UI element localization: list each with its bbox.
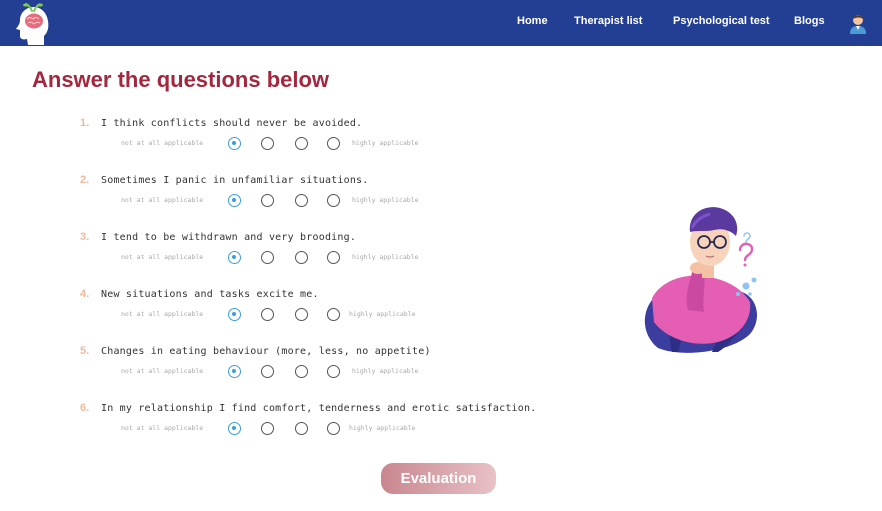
scale-high-label: highly applicable xyxy=(352,139,419,147)
question-3: 3. I tend to be withdrawn and very brood… xyxy=(0,231,620,281)
nav-home[interactable]: Home xyxy=(517,15,548,27)
answer-radio-4[interactable] xyxy=(327,251,340,264)
question-text: New situations and tasks excite me. xyxy=(101,289,319,300)
question-number: 5. xyxy=(80,345,90,357)
answer-radio-3[interactable] xyxy=(295,422,308,435)
scale-high-label: highly applicable xyxy=(349,424,416,432)
answer-radio-3[interactable] xyxy=(295,308,308,321)
answer-radio-1[interactable] xyxy=(228,251,241,264)
nav-therapist-list[interactable]: Therapist list xyxy=(574,15,642,27)
brain-head-logo-icon[interactable] xyxy=(12,3,52,45)
question-text: I think conflicts should never be avoide… xyxy=(101,118,363,129)
answer-radio-3[interactable] xyxy=(295,137,308,150)
question-number: 4. xyxy=(80,288,90,300)
question-5: 5. Changes in eating behaviour (more, le… xyxy=(0,345,620,395)
question-2: 2. Sometimes I panic in unfamiliar situa… xyxy=(0,174,620,224)
answer-radio-4[interactable] xyxy=(327,137,340,150)
answer-radio-1[interactable] xyxy=(228,194,241,207)
thinking-man-illustration xyxy=(644,207,757,353)
answer-radio-1[interactable] xyxy=(228,422,241,435)
answer-radio-4[interactable] xyxy=(327,365,340,378)
question-text: Changes in eating behaviour (more, less,… xyxy=(101,346,431,357)
answer-radio-4[interactable] xyxy=(327,422,340,435)
scale-high-label: highly applicable xyxy=(352,367,419,375)
question-4: 4. New situations and tasks excite me. n… xyxy=(0,288,620,338)
evaluation-button[interactable]: Evaluation xyxy=(381,463,496,494)
user-avatar-icon[interactable] xyxy=(848,12,868,34)
answer-radio-3[interactable] xyxy=(295,365,308,378)
answer-radio-4[interactable] xyxy=(327,308,340,321)
question-number: 3. xyxy=(80,231,90,243)
scale-high-label: highly applicable xyxy=(349,310,416,318)
question-text: I tend to be withdrawn and very brooding… xyxy=(101,232,357,243)
question-6: 6. In my relationship I find comfort, te… xyxy=(0,402,620,452)
question-number: 2. xyxy=(80,174,90,186)
answer-radio-2[interactable] xyxy=(261,251,274,264)
answer-radio-3[interactable] xyxy=(295,251,308,264)
nav-psychological-test[interactable]: Psychological test xyxy=(673,15,770,27)
question-number: 1. xyxy=(80,117,90,129)
answer-radio-2[interactable] xyxy=(261,308,274,321)
nav-blogs[interactable]: Blogs xyxy=(794,15,825,27)
top-navbar: Home Therapist list Psychological test B… xyxy=(0,0,882,46)
scale-low-label: not at all applicable xyxy=(121,367,204,375)
answer-radio-2[interactable] xyxy=(261,137,274,150)
answer-radio-1[interactable] xyxy=(228,308,241,321)
scale-low-label: not at all applicable xyxy=(121,139,204,147)
answer-radio-3[interactable] xyxy=(295,194,308,207)
answer-radio-1[interactable] xyxy=(228,365,241,378)
answer-radio-2[interactable] xyxy=(261,422,274,435)
answer-radio-2[interactable] xyxy=(261,365,274,378)
question-number: 6. xyxy=(80,402,90,414)
question-text: In my relationship I find comfort, tende… xyxy=(101,403,537,414)
scale-low-label: not at all applicable xyxy=(121,253,204,261)
scale-low-label: not at all applicable xyxy=(121,196,204,204)
answer-radio-4[interactable] xyxy=(327,194,340,207)
scale-low-label: not at all applicable xyxy=(121,310,204,318)
question-text: Sometimes I panic in unfamiliar situatio… xyxy=(101,175,369,186)
answer-radio-2[interactable] xyxy=(261,194,274,207)
scale-high-label: highly applicable xyxy=(352,253,419,261)
answer-radio-1[interactable] xyxy=(228,137,241,150)
page-title: Answer the questions below xyxy=(32,67,330,92)
scale-low-label: not at all applicable xyxy=(121,424,204,432)
scale-high-label: highly applicable xyxy=(352,196,419,204)
question-1: 1. I think conflicts should never be avo… xyxy=(0,117,620,167)
